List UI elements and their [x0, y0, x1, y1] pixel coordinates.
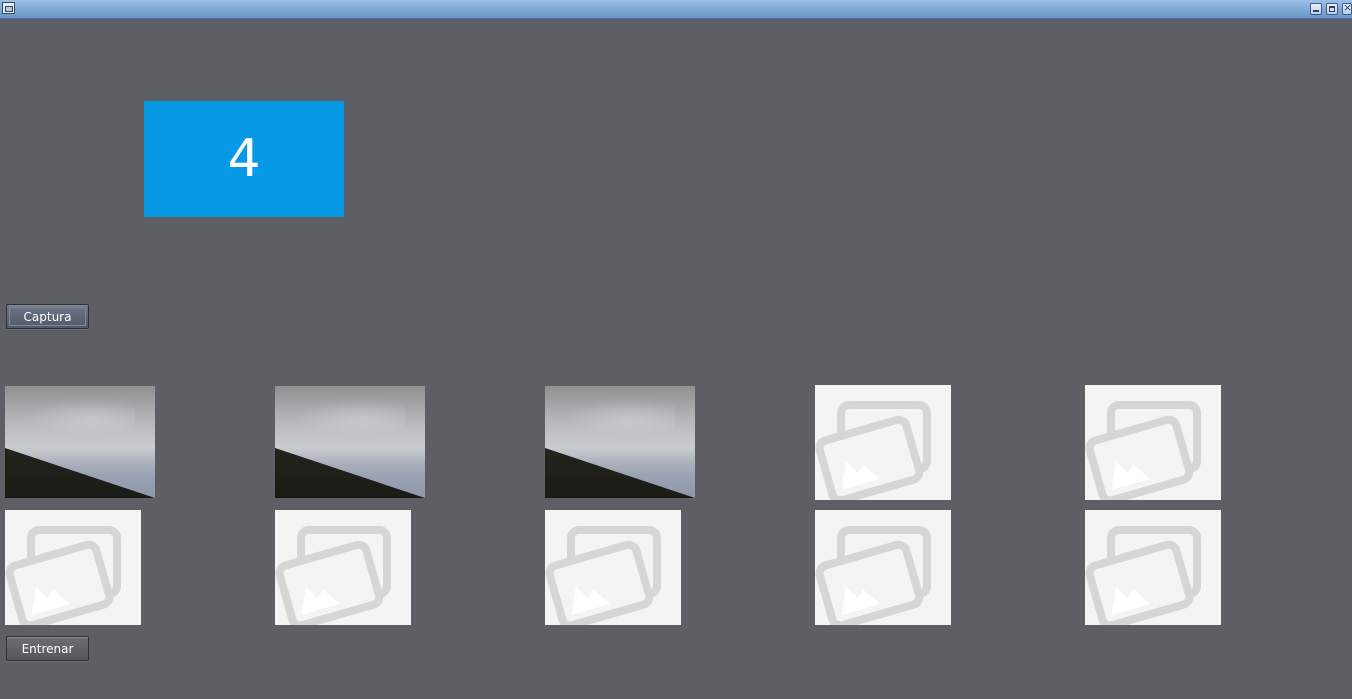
captured-photo-1	[5, 386, 155, 498]
image-placeholder-icon	[1085, 510, 1221, 625]
image-placeholder-icon	[5, 510, 141, 625]
title-bar	[0, 0, 1352, 19]
train-button[interactable]: Entrenar	[6, 636, 89, 661]
capture-button[interactable]: Captura	[6, 304, 89, 329]
captured-photo-3	[545, 386, 695, 498]
captured-photo-2	[275, 386, 425, 498]
app-icon	[2, 2, 15, 14]
image-placeholder-icon	[275, 510, 411, 625]
capture-counter: 4	[144, 101, 344, 217]
close-icon[interactable]	[1342, 1, 1352, 15]
image-placeholder-icon	[815, 385, 951, 500]
maximize-icon[interactable]	[1326, 3, 1338, 15]
minimize-icon[interactable]	[1310, 3, 1322, 15]
image-placeholder-icon	[815, 510, 951, 625]
image-placeholder-icon	[1085, 385, 1221, 500]
image-placeholder-icon	[545, 510, 681, 625]
